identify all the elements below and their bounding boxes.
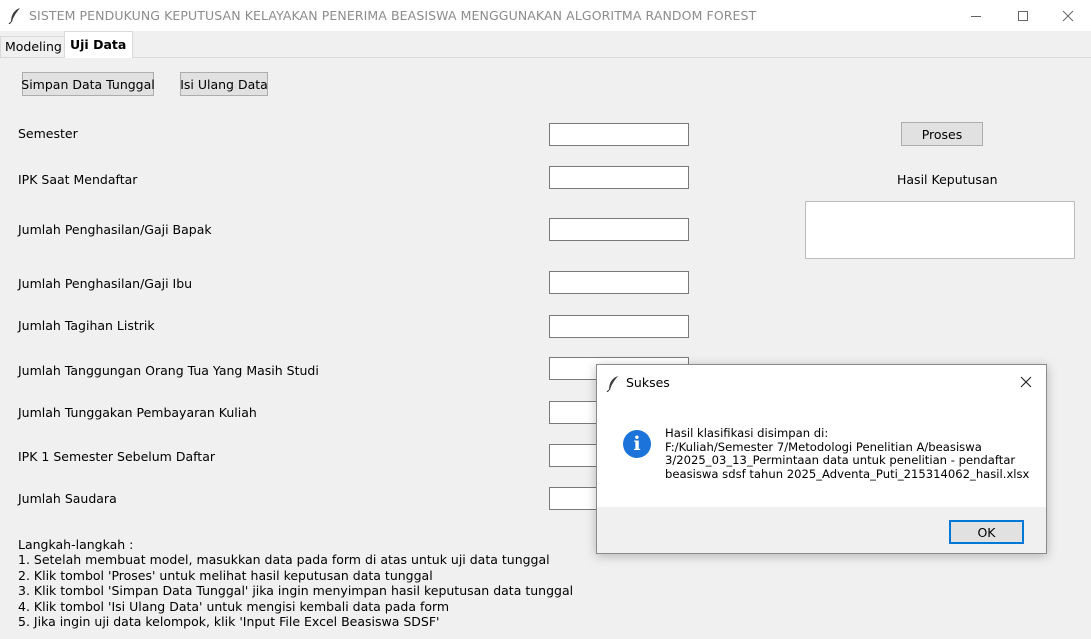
instruction-step: 5. Jika ingin uji data kelompok, klik 'I… bbox=[18, 614, 440, 630]
title-bar: SISTEM PENDUKUNG KEPUTUSAN KELAYAKAN PEN… bbox=[0, 0, 1091, 31]
dialog-message-line: Hasil klasifikasi disimpan di: bbox=[665, 426, 829, 440]
dialog-close-icon[interactable] bbox=[1006, 365, 1046, 399]
dialog-message-line: F:/Kuliah/Semester 7/Metodologi Peneliti… bbox=[665, 439, 982, 454]
instruction-step: 3. Klik tombol 'Simpan Data Tunggal' jik… bbox=[18, 583, 574, 599]
label-tagihan-listrik: Jumlah Tagihan Listrik bbox=[18, 318, 155, 333]
dialog-message: Hasil klasifikasi disimpan di: F:/Kuliah… bbox=[665, 426, 1030, 481]
label-tunggakan-kuliah: Jumlah Tunggakan Pembayaran Kuliah bbox=[18, 405, 257, 420]
ipk-saat-mendaftar-input[interactable] bbox=[549, 166, 689, 189]
label-jumlah-saudara: Jumlah Saudara bbox=[18, 491, 117, 506]
tab-uji-data[interactable]: Uji Data bbox=[64, 31, 134, 58]
feather-icon bbox=[8, 8, 20, 24]
semester-input[interactable] bbox=[549, 123, 689, 146]
feather-icon bbox=[606, 376, 618, 392]
label-penghasilan-ibu: Jumlah Penghasilan/Gaji Ibu bbox=[18, 276, 193, 291]
process-button[interactable]: Proses bbox=[900, 121, 984, 147]
instructions-heading: Langkah-langkah : bbox=[18, 537, 134, 552]
dialog-title: Sukses bbox=[626, 375, 670, 390]
instruction-step: 1. Setelah membuat model, masukkan data … bbox=[18, 552, 550, 568]
success-dialog: Sukses i Hasil klasifikasi disimpan di: … bbox=[596, 364, 1047, 554]
label-ipk-saat-mendaftar: IPK Saat Mendaftar bbox=[18, 172, 138, 187]
close-icon[interactable] bbox=[1045, 0, 1091, 31]
maximize-icon[interactable] bbox=[1000, 0, 1046, 31]
instruction-step: 4. Klik tombol 'Isi Ulang Data' untuk me… bbox=[18, 598, 450, 614]
tagihan-listrik-input[interactable] bbox=[549, 315, 689, 338]
tab-divider bbox=[0, 57, 1091, 58]
save-single-data-button[interactable]: Simpan Data Tunggal bbox=[21, 71, 155, 97]
instruction-step: 2. Klik tombol 'Proses' untuk melihat ha… bbox=[18, 567, 433, 583]
minimize-icon[interactable] bbox=[953, 0, 999, 31]
penghasilan-ibu-input[interactable] bbox=[549, 271, 689, 294]
label-tanggungan-orang-tua: Jumlah Tanggungan Orang Tua Yang Masih S… bbox=[18, 363, 319, 378]
info-icon: i bbox=[623, 430, 651, 458]
dialog-message-line: 3/2025_03_13_Permintaan data untuk penel… bbox=[665, 453, 1016, 468]
refill-data-button[interactable]: Isi Ulang Data bbox=[179, 71, 269, 97]
dialog-message-line: beasiswa sdsf tahun 2025_Adventa_Puti_21… bbox=[665, 466, 1030, 481]
decision-result-label: Hasil Keputusan bbox=[897, 172, 998, 187]
tab-modeling[interactable]: Modeling bbox=[0, 36, 67, 57]
decision-result-box bbox=[805, 201, 1075, 259]
ok-button[interactable]: OK bbox=[949, 520, 1024, 544]
window-title: SISTEM PENDUKUNG KEPUTUSAN KELAYAKAN PEN… bbox=[29, 8, 757, 23]
instructions: Langkah-langkah : 1. Setelah membuat mod… bbox=[18, 537, 573, 629]
label-penghasilan-bapak: Jumlah Penghasilan/Gaji Bapak bbox=[18, 222, 212, 237]
label-ipk-1-semester: IPK 1 Semester Sebelum Daftar bbox=[18, 449, 215, 464]
label-semester: Semester bbox=[18, 126, 78, 141]
penghasilan-bapak-input[interactable] bbox=[549, 218, 689, 241]
